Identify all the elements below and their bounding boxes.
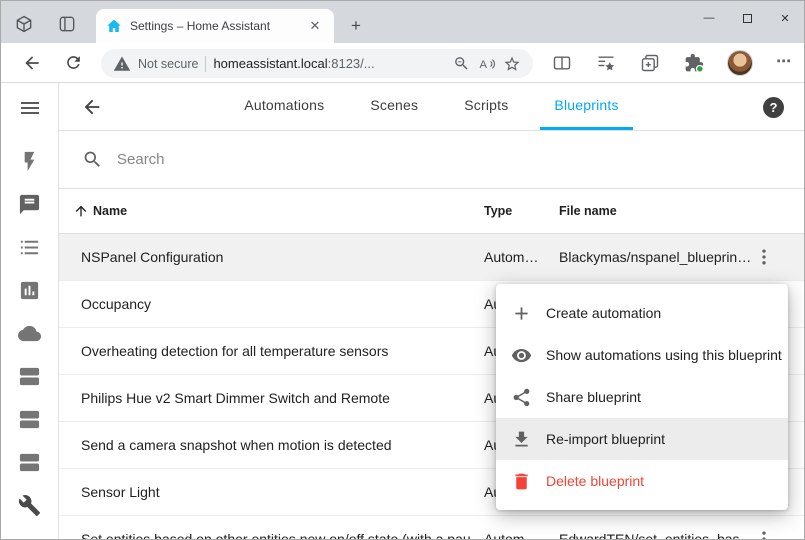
search-bar: [59, 131, 804, 189]
menu-item-label: Create automation: [546, 305, 661, 321]
column-header-file[interactable]: File name: [559, 204, 617, 218]
browser-window: Settings – Home Assistant ✕ + — ✕ Not se…: [0, 0, 805, 540]
ha-tabs: Automations Scenes Scripts Blueprints: [230, 83, 632, 130]
browser-titlebar: Settings – Home Assistant ✕ + — ✕: [1, 1, 804, 43]
row-name: Send a camera snapshot when motion is de…: [81, 437, 392, 453]
row-name: Occupancy: [81, 296, 151, 312]
sort-ascending-icon[interactable]: [73, 203, 89, 219]
menu-item-show-automations[interactable]: Show automations using this blueprint: [496, 334, 788, 376]
table-row[interactable]: NSPanel Configuration Autom… Blackymas/n…: [59, 234, 804, 281]
row-type: Autom…: [484, 531, 552, 539]
plus-icon: [511, 303, 532, 324]
menu-item-reimport-blueprint[interactable]: Re-import blueprint: [496, 418, 788, 460]
column-header-name[interactable]: Name: [93, 204, 127, 218]
row-name: Sensor Light: [81, 484, 160, 500]
warning-icon: [113, 55, 131, 73]
tab-actions-icon[interactable]: [57, 14, 77, 34]
ha-back-icon[interactable]: [81, 96, 103, 118]
developer-tools-icon[interactable]: [18, 494, 42, 518]
todo-list-icon[interactable]: [18, 236, 42, 260]
history-icon[interactable]: [18, 279, 42, 303]
table-header: Name Type File name: [59, 189, 804, 234]
maximize-icon[interactable]: [728, 1, 766, 35]
tab-close-icon[interactable]: ✕: [306, 17, 324, 35]
security-label: Not secure: [138, 57, 198, 71]
hub-icon[interactable]: [18, 451, 42, 475]
row-name: NSPanel Configuration: [81, 249, 223, 265]
menu-item-label: Re-import blueprint: [546, 431, 665, 447]
column-header-type[interactable]: Type: [484, 204, 512, 218]
row-file: Blackymas/nspanel_blueprin…: [559, 249, 757, 265]
menu-item-label: Show automations using this blueprint: [546, 347, 782, 363]
browser-tab[interactable]: Settings – Home Assistant ✕: [96, 9, 334, 43]
row-name: Set entities based on other entities new…: [81, 531, 471, 539]
tab-blueprints[interactable]: Blueprints: [540, 83, 632, 130]
zoom-out-icon[interactable]: [453, 55, 471, 73]
collections-icon[interactable]: [640, 53, 660, 73]
tab-scripts[interactable]: Scripts: [450, 83, 522, 130]
url-text: homeassistant.local:8123/...: [213, 56, 446, 71]
read-aloud-icon[interactable]: A: [478, 55, 496, 73]
favorite-star-icon[interactable]: [503, 55, 521, 73]
menu-icon[interactable]: [18, 96, 42, 120]
delete-icon: [511, 471, 532, 492]
ha-header: Automations Scenes Scripts Blueprints ?: [59, 83, 804, 131]
svg-text:A: A: [480, 58, 488, 70]
back-icon[interactable]: [22, 53, 42, 73]
address-bar[interactable]: Not secure homeassistant.local:8123/... …: [101, 49, 533, 78]
row-file: EdwardTEN/set_entities_bas…: [559, 531, 757, 539]
download-icon: [511, 429, 532, 450]
menu-item-create-automation[interactable]: Create automation: [496, 292, 788, 334]
settings-menu-icon[interactable]: ⋯: [773, 52, 795, 74]
browser-navbar: Not secure homeassistant.local:8123/... …: [1, 43, 804, 83]
blueprint-context-menu: Create automation Show automations using…: [496, 284, 788, 510]
menu-item-label: Delete blueprint: [546, 473, 644, 489]
search-icon: [82, 149, 103, 170]
new-tab-icon[interactable]: +: [345, 15, 367, 37]
tab-scenes[interactable]: Scenes: [356, 83, 432, 130]
search-input[interactable]: [117, 151, 437, 168]
row-overflow-menu-icon[interactable]: [754, 247, 774, 267]
split-screen-icon[interactable]: [552, 53, 572, 73]
row-overflow-menu-icon[interactable]: [754, 529, 774, 539]
menu-item-label: Share blueprint: [546, 389, 641, 405]
table-row[interactable]: Set entities based on other entities new…: [59, 516, 804, 539]
eye-icon: [511, 345, 532, 366]
browser-essentials-icon[interactable]: [684, 53, 704, 73]
favorites-hub-icon[interactable]: [596, 53, 616, 73]
row-name: Philips Hue v2 Smart Dimmer Switch and R…: [81, 390, 390, 406]
menu-item-share-blueprint[interactable]: Share blueprint: [496, 376, 788, 418]
help-icon[interactable]: ?: [763, 97, 784, 118]
share-icon: [511, 387, 532, 408]
hub-icon[interactable]: [18, 365, 42, 389]
assist-icon[interactable]: [18, 193, 42, 217]
close-icon[interactable]: ✕: [766, 1, 804, 35]
profile-avatar[interactable]: [727, 50, 753, 76]
home-assistant-favicon: [106, 18, 122, 34]
address-divider: [205, 56, 206, 72]
row-type: Autom…: [484, 249, 552, 265]
tab-automations[interactable]: Automations: [230, 83, 338, 130]
minimize-icon[interactable]: —: [690, 1, 728, 35]
tab-title: Settings – Home Assistant: [130, 19, 298, 33]
refresh-icon[interactable]: [64, 53, 84, 73]
row-name: Overheating detection for all temperatur…: [81, 343, 388, 359]
menu-item-delete-blueprint[interactable]: Delete blueprint: [496, 460, 788, 502]
energy-icon[interactable]: [18, 150, 42, 174]
cloud-icon[interactable]: [18, 322, 42, 346]
ha-sidebar: [1, 83, 59, 539]
workspaces-icon[interactable]: [14, 14, 34, 34]
window-controls: — ✕: [690, 1, 804, 35]
hub-icon[interactable]: [18, 408, 42, 432]
